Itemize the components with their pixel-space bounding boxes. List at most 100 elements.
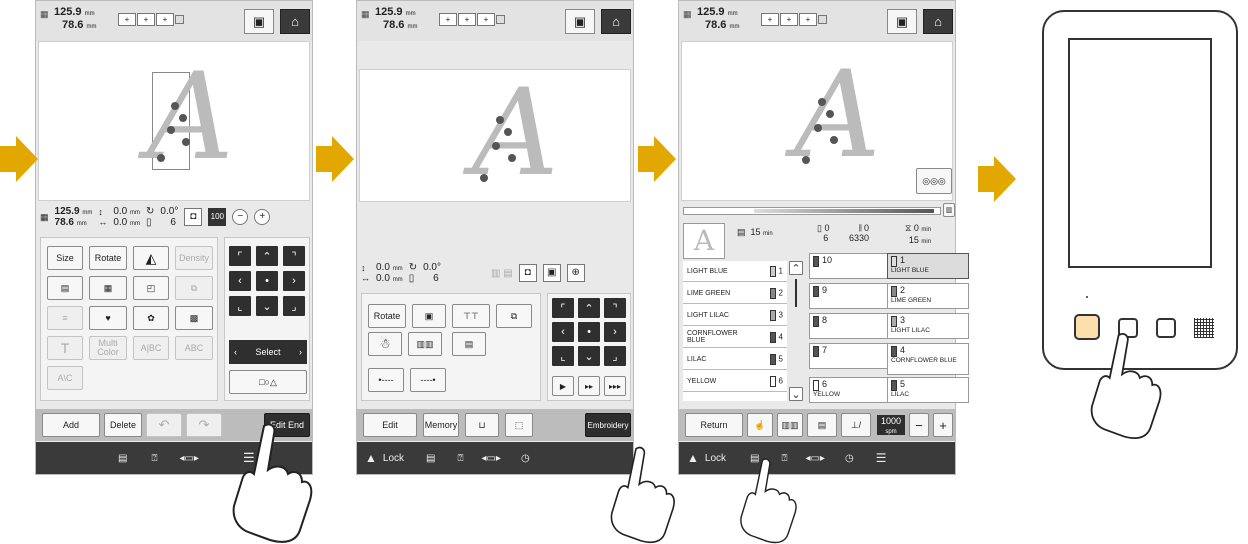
display-mode-button[interactable]: ▣	[887, 9, 917, 34]
move-up-button[interactable]: ⌃	[256, 246, 278, 266]
zoom-level-button[interactable]: 100	[208, 208, 227, 226]
thread-sort-icon[interactable]: ▥▥	[777, 413, 803, 437]
scroll-down-button[interactable]: ⌄	[789, 387, 803, 401]
list-item[interactable]: YELLOW 6	[683, 371, 787, 392]
add-button[interactable]: Add	[42, 413, 100, 437]
select-control[interactable]: ‹ Select ›	[229, 340, 307, 364]
move-right-button[interactable]: ›	[283, 271, 305, 291]
end-point-icon[interactable]: ----•	[410, 368, 446, 392]
move-right-button[interactable]: ›	[604, 322, 626, 342]
embroidery-button[interactable]: Embroidery	[585, 413, 631, 437]
presser-foot-icon[interactable]: ◂▭▸	[481, 453, 501, 464]
help-icon[interactable]: ⍰	[151, 453, 157, 464]
grid-cell[interactable]: 9	[809, 283, 891, 309]
display-mode-button[interactable]: ▣	[244, 9, 274, 34]
array-icon[interactable]: ▦	[89, 276, 127, 300]
camera-icon[interactable]: ◘	[184, 208, 203, 226]
basting-icon[interactable]: ▤	[452, 332, 486, 356]
fastest-forward-icon[interactable]: ▸▸▸	[604, 376, 626, 396]
start-point-icon[interactable]: •----	[368, 368, 404, 392]
presser-foot-icon[interactable]: ◂▭▸	[179, 453, 199, 464]
grid-cell[interactable]: 2 LIME GREEN	[887, 283, 969, 309]
needle-stitch-icon[interactable]: ⊥/	[841, 413, 871, 437]
copy-icon[interactable]: ⧉	[496, 304, 532, 328]
play-icon[interactable]: ▶	[552, 376, 574, 396]
rotate-button[interactable]: Rotate	[368, 304, 406, 328]
list-item[interactable]: LIGHT BLUE 1	[683, 261, 787, 282]
border-icon[interactable]: ◰	[133, 276, 169, 300]
spacing-icon[interactable]: ▤	[47, 276, 83, 300]
grid-cell[interactable]: 3 LIGHT LILAC	[887, 313, 969, 339]
scroll-up-button[interactable]: ⌃	[789, 261, 803, 275]
grid-cell[interactable]: 4 CORNFLOWER BLUE	[887, 343, 969, 375]
grid-cell[interactable]: 8	[809, 313, 891, 339]
preview-icon[interactable]: ▣	[542, 264, 561, 282]
home-button[interactable]: ⌂	[923, 9, 953, 34]
list-item[interactable]: LIME GREEN 2	[683, 283, 787, 304]
needle-icon[interactable]: ⊔	[465, 413, 499, 437]
grid-cell[interactable]: 5 LILAC	[887, 377, 969, 403]
move-down-right-button[interactable]: ⌟	[604, 346, 626, 366]
presser-foot-icon[interactable]: ◂▭▸	[805, 453, 825, 464]
thread-sort-icon[interactable]: ▥▥	[408, 332, 442, 356]
lock-button[interactable]: Lock	[705, 453, 726, 464]
size-button[interactable]: Size	[47, 246, 83, 270]
clock-icon[interactable]: ◷	[521, 453, 530, 464]
list-scrollbar[interactable]: ⌃ ⌄	[789, 261, 803, 401]
grid-cell-selected[interactable]: 1 LIGHT BLUE	[887, 253, 969, 279]
delete-button[interactable]: Delete	[104, 413, 142, 437]
thread-colors-icon[interactable]: ◎◎◎	[916, 168, 952, 194]
thread-cut-icon[interactable]: ▤	[807, 413, 837, 437]
split-icon[interactable]: ⊤⊤	[452, 304, 490, 328]
speed-down-button[interactable]: −	[909, 413, 929, 437]
return-button[interactable]: Return	[685, 413, 743, 437]
notes-icon[interactable]: ▤	[426, 453, 435, 464]
move-left-button[interactable]: ‹	[229, 271, 251, 291]
stippling-icon[interactable]: ▩	[175, 306, 213, 330]
trial-icon[interactable]: ⬚	[505, 413, 533, 437]
zoom-out-icon[interactable]: −	[232, 209, 249, 225]
outline-icon[interactable]: ✿	[133, 306, 169, 330]
help-icon[interactable]: ⍰	[457, 453, 463, 464]
memory-button[interactable]: Memory	[423, 413, 459, 437]
move-left-button[interactable]: ‹	[552, 322, 574, 342]
lock-button[interactable]: Lock	[383, 453, 404, 464]
progress-icon[interactable]: ▥	[943, 203, 955, 217]
notes-icon[interactable]: ▤	[118, 453, 127, 464]
list-item[interactable]: CORNFLOWER BLUE 4	[683, 327, 787, 348]
grid-cell[interactable]: 7	[809, 343, 891, 369]
fast-forward-icon[interactable]: ▸▸	[578, 376, 600, 396]
move-down-left-button[interactable]: ⌞	[552, 346, 574, 366]
hand-icon[interactable]: ☝	[747, 413, 773, 437]
zoom-in-icon[interactable]: +	[254, 209, 271, 225]
move-down-button[interactable]: ⌄	[256, 296, 278, 316]
grid-cell[interactable]: 6 YELLOW	[809, 377, 891, 403]
move-down-button[interactable]: ⌄	[578, 346, 600, 366]
move-down-left-button[interactable]: ⌞	[229, 296, 251, 316]
clock-icon[interactable]: ◷	[845, 453, 854, 464]
snowman-icon[interactable]: ☃	[368, 332, 402, 356]
edit-button[interactable]: Edit	[363, 413, 417, 437]
move-up-left-button[interactable]: ⌜	[229, 246, 251, 266]
move-up-left-button[interactable]: ⌜	[552, 298, 574, 318]
move-down-right-button[interactable]: ⌟	[283, 296, 305, 316]
display-mode-button[interactable]: ▣	[565, 9, 595, 34]
grid-cell[interactable]: 10	[809, 253, 891, 279]
camera-icon[interactable]: ◘	[518, 264, 537, 282]
speed-up-button[interactable]: +	[933, 413, 953, 437]
home-button[interactable]: ⌂	[280, 9, 310, 34]
move-up-right-button[interactable]: ⌝	[604, 298, 626, 318]
fabric-icon[interactable]: ▣	[412, 304, 446, 328]
rotate-button[interactable]: Rotate	[89, 246, 127, 270]
shape-select-button[interactable]: □○△	[229, 370, 307, 394]
move-up-button[interactable]: ⌃	[578, 298, 600, 318]
home-button[interactable]: ⌂	[601, 9, 631, 34]
center-button[interactable]: •	[256, 271, 278, 291]
applique-icon[interactable]: ♥	[89, 306, 127, 330]
list-item[interactable]: LILAC 5	[683, 349, 787, 370]
wifi-icon[interactable]: ☰	[876, 451, 887, 465]
mirror-icon[interactable]: ◭	[133, 246, 169, 270]
move-up-right-button[interactable]: ⌝	[283, 246, 305, 266]
zoom-in-icon[interactable]: ⊕	[566, 264, 585, 282]
list-item[interactable]: LIGHT LILAC 3	[683, 305, 787, 326]
